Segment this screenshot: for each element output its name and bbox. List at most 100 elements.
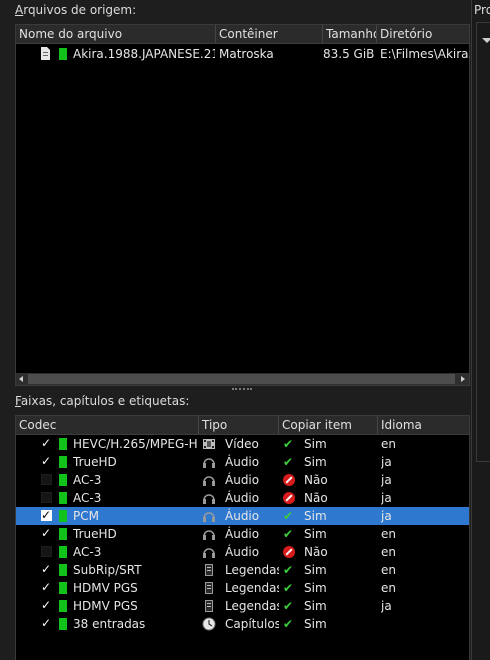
track-row[interactable]: PCM Áudio ✔ Sim ja — [16, 506, 469, 525]
track-checkbox[interactable] — [41, 546, 52, 557]
check-icon: ✔ — [283, 599, 294, 613]
track-type: Legendas — [225, 581, 279, 595]
track-copy: Sim — [304, 617, 327, 631]
column-header-size[interactable]: Tamanho — [323, 25, 377, 43]
track-codec: AC-3 — [73, 473, 102, 487]
audio-icon — [202, 543, 218, 561]
track-enabled-marker — [59, 582, 67, 594]
track-codec: SubRip/SRT — [73, 563, 142, 577]
track-enabled-marker — [59, 510, 67, 522]
track-row[interactable]: HDMV PGS Legendas ✔ Sim ja — [16, 596, 469, 615]
tracks-list[interactable]: Codec Tipo Copiar item Idioma HEVC/H.265… — [15, 415, 470, 660]
track-copy: Sim — [304, 437, 327, 451]
track-row[interactable]: HDMV PGS Legendas ✔ Sim en — [16, 578, 469, 597]
track-language: en — [381, 437, 396, 451]
track-enabled-marker — [59, 528, 67, 540]
track-enabled-marker — [59, 48, 67, 60]
track-codec: AC-3 — [73, 545, 102, 559]
audio-icon — [202, 525, 218, 543]
audio-icon — [202, 453, 218, 471]
check-icon: ✔ — [283, 527, 294, 541]
track-checkbox[interactable] — [41, 578, 52, 596]
track-row[interactable]: TrueHD Áudio ✔ Sim en — [16, 524, 469, 543]
column-header-filename[interactable]: Nome do arquivo — [16, 25, 216, 43]
track-copy: Sim — [304, 599, 327, 613]
scroll-thumb[interactable] — [28, 374, 455, 384]
track-codec: HDMV PGS — [73, 599, 138, 613]
track-copy: Sim — [304, 527, 327, 541]
track-language: ja — [381, 473, 392, 487]
check-icon: ✔ — [283, 563, 294, 577]
track-checkbox[interactable] — [41, 434, 52, 452]
column-header-container[interactable]: Contêiner — [216, 25, 323, 43]
track-row[interactable]: SubRip/SRT Legendas ✔ Sim en — [16, 560, 469, 579]
track-checkbox[interactable] — [41, 614, 52, 632]
track-enabled-marker — [59, 546, 67, 558]
column-header-language[interactable]: Idioma — [378, 416, 471, 434]
column-header-type[interactable]: Tipo — [199, 416, 279, 434]
file-size: 83.5 GiB — [323, 47, 374, 61]
track-enabled-marker — [59, 600, 67, 612]
properties-label: Pro — [474, 3, 490, 17]
source-files-label: Arquivos de origem: — [15, 3, 137, 17]
track-language: en — [381, 545, 396, 559]
check-icon: ✔ — [283, 455, 294, 469]
track-type: Legendas — [225, 599, 279, 613]
track-checkbox[interactable] — [41, 596, 52, 614]
track-type: Áudio — [225, 509, 260, 523]
track-checkbox[interactable] — [41, 474, 52, 485]
track-enabled-marker — [59, 492, 67, 504]
splitter-grip[interactable] — [232, 388, 252, 393]
track-row[interactable]: AC-3 Áudio Não ja — [16, 489, 469, 507]
track-row[interactable]: AC-3 Áudio Não ja — [16, 471, 469, 489]
track-language: en — [381, 527, 396, 541]
track-row[interactable]: AC-3 Áudio Não en — [16, 543, 469, 561]
chevron-down-icon[interactable] — [482, 38, 490, 43]
track-type: Áudio — [225, 491, 260, 505]
track-row[interactable]: HEVC/H.265/MPEG-H Vídeo ✔ Sim en — [16, 434, 469, 453]
track-checkbox[interactable] — [41, 524, 52, 542]
source-files-list[interactable]: Nome do arquivo Contêiner Tamanho Diretó… — [15, 24, 470, 386]
track-codec: TrueHD — [73, 527, 117, 541]
track-codec: AC-3 — [73, 491, 102, 505]
scroll-right-icon[interactable] — [461, 376, 465, 382]
forbidden-icon — [283, 471, 299, 489]
scroll-left-icon[interactable] — [19, 376, 23, 382]
track-copy: Não — [304, 491, 328, 505]
file-icon — [40, 45, 52, 63]
file-row[interactable]: Akira.1988.JAPANESE.21... Matroska 83.5 Gi… — [16, 45, 470, 63]
horizontal-scrollbar[interactable] — [16, 373, 469, 385]
track-type: Áudio — [225, 527, 260, 541]
properties-frame — [476, 22, 490, 462]
video-icon — [202, 435, 218, 453]
audio-icon — [202, 471, 218, 489]
forbidden-icon — [283, 489, 299, 507]
tracks-label: Faixas, capítulos e etiquetas: — [15, 394, 190, 408]
track-language: en — [381, 581, 396, 595]
forbidden-icon — [283, 543, 299, 561]
track-row[interactable]: 38 entradas Capítulos ✔ Sim — [16, 614, 469, 633]
track-copy: Sim — [304, 581, 327, 595]
track-type: Legendas — [225, 563, 279, 577]
file-name: Akira.1988.JAPANESE.21... — [73, 47, 215, 61]
track-language: en — [381, 563, 396, 577]
track-enabled-marker — [59, 564, 67, 576]
column-header-codec[interactable]: Codec — [16, 416, 199, 434]
column-header-directory[interactable]: Diretório — [377, 25, 471, 43]
track-checkbox[interactable] — [41, 506, 52, 524]
track-type: Capítulos — [225, 617, 279, 631]
track-row[interactable]: TrueHD Áudio ✔ Sim ja — [16, 452, 469, 471]
track-copy: Sim — [304, 563, 327, 577]
track-codec: HEVC/H.265/MPEG-H — [73, 437, 198, 451]
track-checkbox[interactable] — [41, 452, 52, 470]
source-files-header: Nome do arquivo Contêiner Tamanho Diretó… — [16, 25, 469, 44]
check-icon: ✔ — [283, 617, 294, 631]
track-checkbox[interactable] — [41, 560, 52, 578]
column-header-copy[interactable]: Copiar item — [279, 416, 378, 434]
track-copy: Não — [304, 545, 328, 559]
chapters-icon — [202, 615, 218, 633]
audio-icon — [202, 507, 218, 525]
track-checkbox[interactable] — [41, 492, 52, 503]
check-icon: ✔ — [283, 509, 294, 523]
track-copy: Sim — [304, 509, 327, 523]
